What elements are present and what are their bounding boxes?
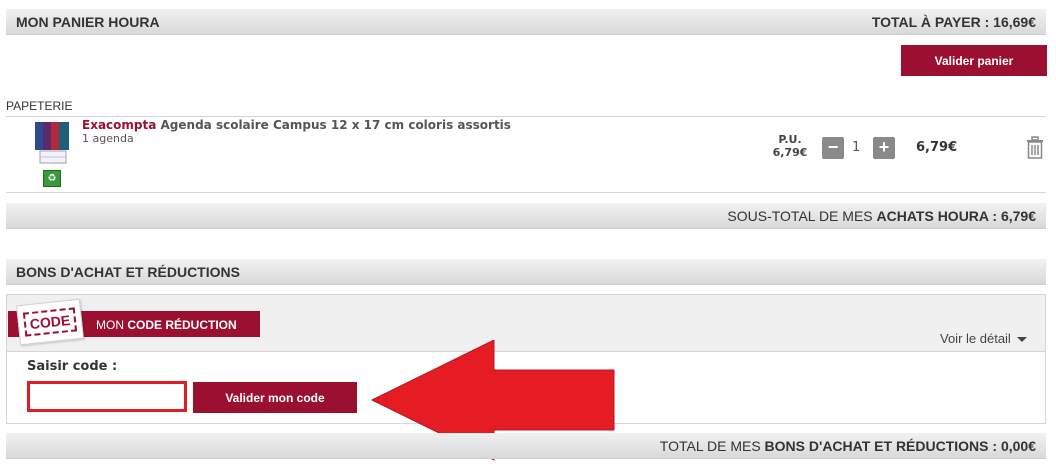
code-stamp-icon: CODE bbox=[16, 298, 84, 346]
recycle-icon: ♻ bbox=[43, 170, 61, 187]
chevron-down-icon bbox=[1016, 337, 1027, 343]
tab-bold: CODE RÉDUCTION bbox=[127, 318, 237, 332]
cart-total: TOTAL À PAYER : 16,69€ bbox=[871, 13, 1036, 30]
unit-price: P.U. 6,79€ bbox=[768, 133, 812, 159]
product-thumbnail[interactable] bbox=[34, 121, 72, 165]
vouchers-total-bold: BONS D'ACHAT ET RÉDUCTIONS bbox=[764, 437, 989, 454]
code-stamp-label: CODE bbox=[22, 307, 78, 337]
subtotal-bold: ACHATS HOURA bbox=[876, 207, 989, 224]
divider bbox=[6, 116, 1046, 117]
tab-prefix: MON bbox=[96, 318, 128, 332]
code-field-label: Saisir code : bbox=[27, 359, 118, 374]
product-title[interactable]: Exacompta Agenda scolaire Campus 12 x 17… bbox=[82, 118, 511, 132]
unit-price-value: 6,79€ bbox=[772, 146, 808, 159]
voir-detail-label: Voir le détail bbox=[940, 331, 1011, 346]
subtotal-amount: : 6,79€ bbox=[988, 207, 1036, 224]
subtotal-bar: SOUS-TOTAL DE MES ACHATS HOURA : 6,79€ bbox=[6, 203, 1046, 229]
product-quantity-unit: 1 agenda bbox=[82, 132, 134, 145]
cart-title: MON PANIER HOURA bbox=[16, 13, 160, 30]
validate-cart-button[interactable]: Valider panier bbox=[901, 45, 1047, 76]
vouchers-total-amount: : 0,00€ bbox=[988, 437, 1036, 454]
subtotal-text: SOUS-TOTAL DE MES ACHATS HOURA : 6,79€ bbox=[727, 208, 1036, 224]
line-total: 6,79€ bbox=[916, 140, 958, 155]
apply-code-button[interactable]: Valider mon code bbox=[193, 382, 357, 413]
cart-header-bar: MON PANIER HOURA TOTAL À PAYER : 16,69€ bbox=[6, 9, 1046, 35]
unit-price-label: P.U. bbox=[778, 133, 802, 146]
vouchers-title: BONS D'ACHAT ET RÉDUCTIONS bbox=[16, 263, 240, 280]
product-name: Agenda scolaire Campus 12 x 17 cm colori… bbox=[160, 118, 511, 132]
vouchers-total-text: TOTAL DE MES BONS D'ACHAT ET RÉDUCTIONS … bbox=[660, 438, 1036, 454]
voir-detail-toggle[interactable]: Voir le détail bbox=[940, 331, 1027, 346]
subtotal-prefix: SOUS-TOTAL DE MES bbox=[727, 207, 877, 224]
vouchers-total-prefix: TOTAL DE MES bbox=[659, 437, 765, 454]
vouchers-header-bar: BONS D'ACHAT ET RÉDUCTIONS bbox=[6, 259, 1046, 285]
vouchers-total-bar: TOTAL DE MES BONS D'ACHAT ET RÉDUCTIONS … bbox=[6, 433, 1046, 459]
divider bbox=[6, 192, 1046, 193]
tab-code-reduction-label: MON CODE RÉDUCTION bbox=[96, 318, 237, 332]
quantity-value: 1 bbox=[852, 140, 861, 155]
decrease-quantity-button[interactable]: − bbox=[822, 137, 844, 159]
trash-icon[interactable] bbox=[1024, 135, 1046, 159]
discount-code-input[interactable] bbox=[27, 381, 187, 412]
category-label: PAPETERIE bbox=[6, 99, 73, 113]
product-brand: Exacompta bbox=[82, 118, 157, 132]
increase-quantity-button[interactable]: + bbox=[873, 137, 895, 159]
